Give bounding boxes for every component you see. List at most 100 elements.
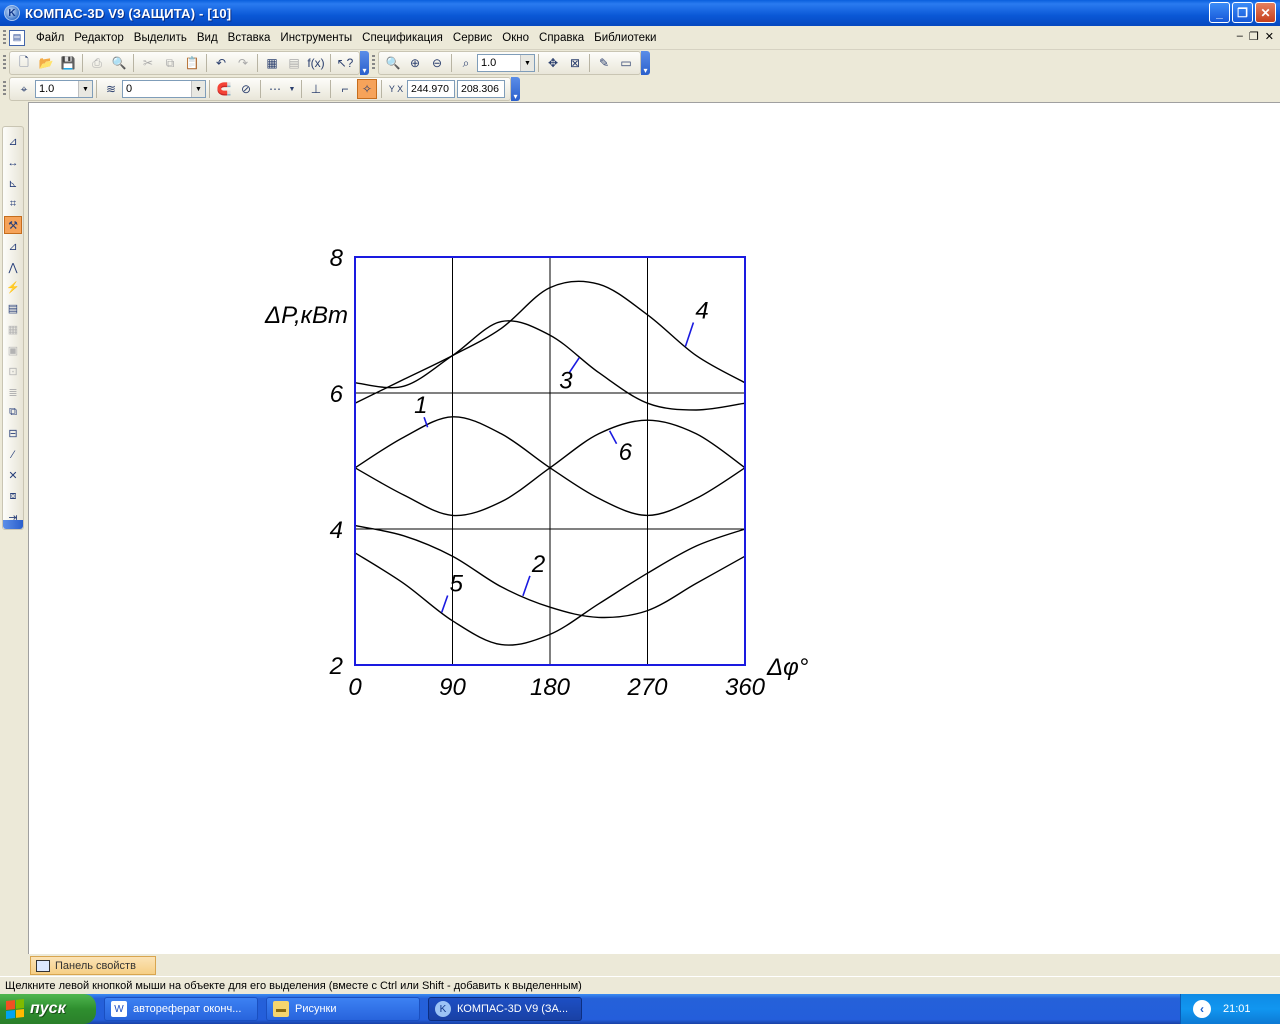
doc-restore-icon[interactable]: ❐ [1249, 30, 1259, 43]
dimensions-icon[interactable]: ↔ [4, 154, 22, 172]
close-button[interactable]: ✕ [1255, 2, 1276, 23]
toolbar-options-button[interactable]: ▾ [511, 77, 520, 101]
doc-minimize-icon[interactable]: – [1237, 30, 1243, 43]
menu-libraries[interactable]: Библиотеки [589, 28, 661, 48]
new-document-icon[interactable]: 🗋 [14, 53, 34, 73]
chevron-left-icon[interactable]: ‹ [1193, 1000, 1211, 1018]
hatch-icon[interactable]: ≣ [4, 383, 22, 401]
manager-icon[interactable]: ▦ [262, 53, 282, 73]
chevron-down-icon[interactable]: ▼ [191, 81, 205, 97]
open-icon[interactable]: 📂 [36, 53, 56, 73]
menu-window[interactable]: Окно [497, 28, 534, 48]
menu-view[interactable]: Вид [192, 28, 223, 48]
ortho-icon[interactable]: ⌐ [335, 79, 355, 99]
grid-icon[interactable]: ⋯ [265, 79, 285, 99]
start-label: пуск [30, 1000, 66, 1017]
task-label: автореферат оконч... [133, 1003, 242, 1015]
undo-icon[interactable]: ↶ [211, 53, 231, 73]
parametrization-icon[interactable]: ⚒ [4, 216, 22, 235]
zoom-out-icon[interactable]: ⊖ [427, 53, 447, 73]
grip-handle[interactable] [372, 55, 375, 71]
fragment-icon[interactable]: ▣ [4, 341, 22, 359]
cut-icon[interactable]: ✂ [138, 53, 158, 73]
taskbar-item-kompas[interactable]: K КОМПАС-3D V9 (ЗА... [428, 997, 582, 1021]
zoom-scale-icon[interactable]: ⌕ [456, 53, 476, 73]
menu-service[interactable]: Сервис [448, 28, 497, 48]
macro-icon[interactable]: ⧈ [4, 487, 22, 505]
status-bar: Щелкните левой кнопкой мыши на объекте д… [0, 976, 1280, 994]
leader-line-4 [684, 322, 695, 347]
view-icon[interactable]: ⊡ [4, 362, 22, 380]
grip-handle[interactable] [3, 29, 6, 46]
copy-icon[interactable]: ⧉ [160, 53, 180, 73]
save-icon[interactable]: 💾 [58, 53, 78, 73]
cross-tool-icon[interactable]: ✕ [4, 467, 22, 485]
cursor-step-icon[interactable]: ⌖ [14, 79, 34, 99]
chevron-down-icon[interactable]: ▼ [287, 79, 297, 99]
local-cs-icon[interactable]: ⊥ [306, 79, 326, 99]
layers-icon[interactable]: ≋ [101, 79, 121, 99]
variables-icon[interactable]: f(x) [306, 53, 326, 73]
associative-views-icon[interactable]: ⚡ [4, 279, 22, 297]
menu-tools[interactable]: Инструменты [275, 28, 357, 48]
toolbar-options-button[interactable]: ▾ [641, 51, 650, 75]
menu-bar: ▤ Файл Редактор Выделить Вид Вставка Инс… [0, 26, 1280, 50]
menu-editor[interactable]: Редактор [69, 28, 129, 48]
redo-icon[interactable]: ↷ [233, 53, 253, 73]
display-icon[interactable]: ▭ [616, 53, 636, 73]
menu-file[interactable]: Файл [31, 28, 69, 48]
line-tool-icon[interactable]: ⁄ [4, 446, 22, 464]
selection-icon[interactable]: ⋀ [4, 258, 22, 276]
library-icon[interactable]: ▤ [284, 53, 304, 73]
restore-button[interactable]: ❐ [1232, 2, 1253, 23]
step-combo[interactable]: 1.0 ▼ [35, 80, 93, 98]
print-preview-icon[interactable]: 🔍 [109, 53, 129, 73]
kompas-logo-icon[interactable]: K [4, 5, 20, 21]
zoom-in-icon[interactable]: ⊕ [405, 53, 425, 73]
designations-icon[interactable]: ⊾ [4, 175, 22, 193]
coord-x-field[interactable] [407, 80, 455, 98]
layer-combo[interactable]: 0 ▼ [122, 80, 206, 98]
spec-icon[interactable]: ▤ [4, 300, 22, 318]
context-help-icon[interactable]: ↖? [335, 53, 355, 73]
toolbar-options-button[interactable]: ▾ [360, 51, 369, 75]
x-tick-label: 270 [626, 674, 668, 701]
compact-toolbar: ⊿ ↔ ⊾ ⌗ ⚒ ⊿ ⋀ ⚡ ▤ ▦ ▣ ⊡ ≣ ⧉ ⊟ ⁄ ✕ ⧈ ⇥ [2, 126, 24, 530]
pan-icon[interactable]: ✥ [543, 53, 563, 73]
menu-specification[interactable]: Спецификация [357, 28, 448, 48]
document-icon[interactable]: ▤ [9, 29, 25, 46]
measure-icon[interactable]: ⊿ [4, 237, 22, 255]
window-title: КОМПАС-3D V9 (ЗАЩИТА) - [10] [25, 5, 232, 21]
menu-insert[interactable]: Вставка [223, 28, 276, 48]
local-snap-icon[interactable]: ⊘ [236, 79, 256, 99]
drawing-canvas[interactable]: 1 2 3 4 5 6 0 90 180 270 360 2 4 6 8 ΔP,кВт Δφ° [28, 102, 1280, 954]
start-button[interactable]: пуск [0, 994, 96, 1024]
print-icon[interactable]: ⎙ [87, 53, 107, 73]
doc-close-icon[interactable]: ✕ [1265, 30, 1274, 43]
coord-y-field[interactable] [457, 80, 505, 98]
properties-tab[interactable]: Панель свойств [30, 956, 156, 975]
taskbar-item-word[interactable]: W автореферат оконч... [104, 997, 258, 1021]
minimize-button[interactable]: _ [1209, 2, 1230, 23]
zoom-window-icon[interactable]: 🔍 [383, 53, 403, 73]
toolbar-options-button[interactable] [3, 520, 23, 529]
taskbar-item-folder[interactable]: ▬ Рисунки [266, 997, 420, 1021]
chevron-down-icon[interactable]: ▼ [520, 55, 534, 71]
round-icon[interactable]: ✧ [357, 79, 377, 99]
paste-icon[interactable]: 📋 [182, 53, 202, 73]
snap-magnet-icon[interactable]: 🧲 [214, 79, 234, 99]
grip-handle[interactable] [3, 55, 6, 71]
refresh-icon[interactable]: ✎ [594, 53, 614, 73]
grip-handle[interactable] [3, 81, 6, 97]
show-all-icon[interactable]: ⊠ [565, 53, 585, 73]
zoom-combo[interactable]: 1.0 ▼ [477, 54, 535, 72]
menu-select[interactable]: Выделить [129, 28, 192, 48]
layout-icon[interactable]: ⧉ [4, 404, 22, 422]
report-icon[interactable]: ▦ [4, 321, 22, 339]
menu-help[interactable]: Справка [534, 28, 589, 48]
table-icon[interactable]: ⊟ [4, 425, 22, 443]
coordinates-icon: Y X [388, 84, 404, 94]
chevron-down-icon[interactable]: ▼ [78, 81, 92, 97]
geometry-icon[interactable]: ⊿ [4, 133, 22, 151]
editing-icon[interactable]: ⌗ [4, 196, 22, 214]
